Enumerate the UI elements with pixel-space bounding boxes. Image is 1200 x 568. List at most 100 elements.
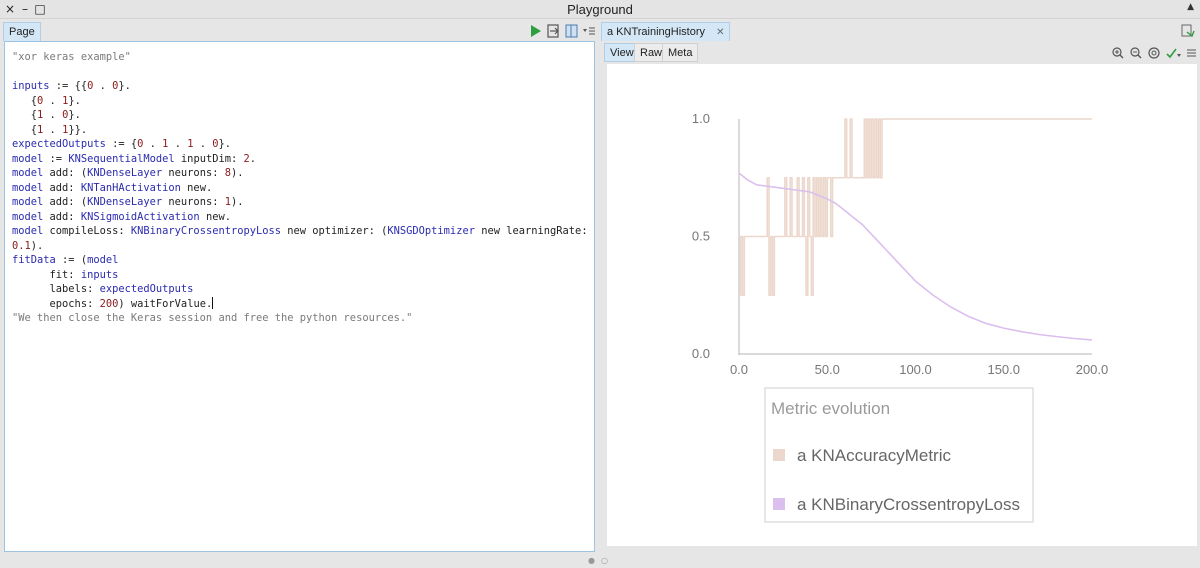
legend-title: Metric evolution <box>771 399 890 418</box>
chart-area: 0.0 50.0 100.0 150.0 200.0 0.0 0.5 1.0 Metric e… <box>607 64 1197 546</box>
title-bar: × – □ Playground ▲ <box>0 0 1200 19</box>
code-token: KNDenseLayer <box>87 196 163 208</box>
code-token: := <box>43 152 69 165</box>
code-editor[interactable]: "xor keras example" inputs := {{0 . 0}. … <box>4 41 595 552</box>
zoom-reset-icon[interactable] <box>1148 47 1160 59</box>
code-token: { <box>12 109 38 121</box>
legend-swatch-loss <box>773 498 785 510</box>
x-tick-label: 100.0 <box>899 362 932 377</box>
code-token: model <box>12 196 44 208</box>
inspector-toolbar <box>1112 47 1196 59</box>
save-icon[interactable] <box>547 24 560 38</box>
code-line: fit: inputs <box>12 268 594 283</box>
series-line <box>739 118 1092 297</box>
code-token: . <box>143 138 163 150</box>
code-line: model add: (KNDenseLayer neurons: 8). <box>12 166 594 181</box>
tab-page[interactable]: Page <box>3 22 41 41</box>
x-tick-label: 50.0 <box>815 362 840 377</box>
code-token: model <box>12 181 44 194</box>
code-token: := {{ <box>49 80 88 92</box>
code-token: "xor keras example" <box>12 51 131 63</box>
code-token: { <box>12 94 38 107</box>
code-line: model add: KNTanHActivation new. <box>12 181 594 196</box>
code-line: {1 . 0}. <box>12 108 594 123</box>
menu-icon[interactable] <box>1187 49 1196 57</box>
code-token: add: <box>43 181 81 194</box>
code-line: labels: expectedOutputs <box>12 282 594 297</box>
code-line: fitData := (model <box>12 253 594 268</box>
code-line: 0.1). <box>12 239 594 254</box>
code-token: KNTanHActivation <box>80 181 181 194</box>
code-token: inputs <box>80 268 119 281</box>
play-icon[interactable] <box>530 24 542 38</box>
code-token: }}. <box>68 123 88 136</box>
tab-training-history[interactable]: a KNTrainingHistory ✕ <box>601 22 731 41</box>
code-token: expectedOutputs <box>99 283 194 295</box>
playground-tabbar: Page <box>0 20 598 41</box>
legend-swatch-accuracy <box>773 449 785 461</box>
code-token: 0.1 <box>12 239 31 252</box>
code-token: new. <box>199 210 231 223</box>
x-tick-label: 150.0 <box>987 362 1020 377</box>
code-token: . <box>249 152 257 165</box>
code-token: compileLoss: <box>43 225 131 237</box>
close-tab-icon[interactable]: ✕ <box>716 27 724 38</box>
training-history-chart: 0.0 50.0 100.0 150.0 200.0 0.0 0.5 1.0 Metric e… <box>692 111 1108 523</box>
code-token: }. <box>218 138 232 150</box>
code-token: inputs <box>12 80 50 92</box>
code-token: model <box>87 254 119 266</box>
code-token: KNBinaryCrossentropyLoss <box>130 225 282 237</box>
code-token: neurons: <box>162 167 225 179</box>
code-token: labels: <box>12 283 100 295</box>
code-token: new. <box>180 181 213 194</box>
code-token: }. <box>68 109 81 121</box>
y-tick-label: 0.0 <box>692 346 710 361</box>
collapse-icon[interactable]: ▲ <box>1187 2 1194 12</box>
code-token: := ( <box>55 254 88 266</box>
code-token: := { <box>105 138 138 150</box>
legend-label-loss: a KNBinaryCrossentropyLoss <box>797 495 1020 514</box>
inspector-pane: a KNTrainingHistory ✕ View Raw Meta 0.0 … <box>601 20 1200 552</box>
code-token: }. <box>68 94 81 107</box>
code-line: model compileLoss: KNBinaryCrossentropyL… <box>12 224 594 239</box>
code-token: . <box>43 123 63 136</box>
refresh-icon[interactable] <box>1166 48 1181 59</box>
menu-icon[interactable] <box>582 24 596 38</box>
text-caret <box>212 296 214 309</box>
code-line: "xor keras example" <box>12 50 594 65</box>
code-token: add: <box>43 210 81 223</box>
tab-meta[interactable]: Meta <box>662 43 699 62</box>
zoom-out-icon[interactable] <box>1130 47 1142 59</box>
code-token: epochs: <box>12 297 100 310</box>
code-token: neurons: <box>162 196 225 208</box>
code-token: add: ( <box>43 196 88 208</box>
legend-label-accuracy: a KNAccuracyMetric <box>797 446 951 465</box>
code-line: {0 . 1}. <box>12 94 594 109</box>
zoom-in-icon[interactable] <box>1112 47 1124 59</box>
code-token: KNSigmoidActivation <box>80 210 200 223</box>
code-token: model <box>12 152 44 165</box>
code-token: ) waitForValue. <box>118 297 213 310</box>
code-token: expectedOutputs <box>12 138 106 150</box>
code-token: . <box>43 109 63 121</box>
code-token: KNDenseLayer <box>87 167 163 179</box>
y-tick-label: 1.0 <box>692 111 710 126</box>
tab-training-history-label: a KNTrainingHistory <box>607 26 706 38</box>
layout-icon[interactable] <box>565 24 578 38</box>
code-line: inputs := {{0 . 0}. <box>12 79 594 94</box>
code-token: . <box>43 94 63 107</box>
code-line: model add: KNSigmoidActivation new. <box>12 210 594 225</box>
chart-legend: Metric evolution a KNAccuracyMetric a KN… <box>764 387 1034 523</box>
code-token: KNSequentialModel <box>68 152 175 165</box>
code-line: model add: (KNDenseLayer neurons: 1). <box>12 195 594 210</box>
code-token: "We then close the Keras session and fre… <box>12 312 413 324</box>
code-text: "xor keras example" inputs := {{0 . 0}. … <box>12 50 594 326</box>
code-token: 200 <box>99 297 119 310</box>
code-token: ). <box>230 196 244 208</box>
y-tick-label: 0.5 <box>692 229 710 244</box>
code-token: . <box>93 80 113 92</box>
chart-series <box>738 118 1093 341</box>
inspect-icon[interactable] <box>1181 24 1195 38</box>
code-line: epochs: 200) waitForValue. <box>12 296 594 312</box>
code-token: . <box>193 138 213 150</box>
